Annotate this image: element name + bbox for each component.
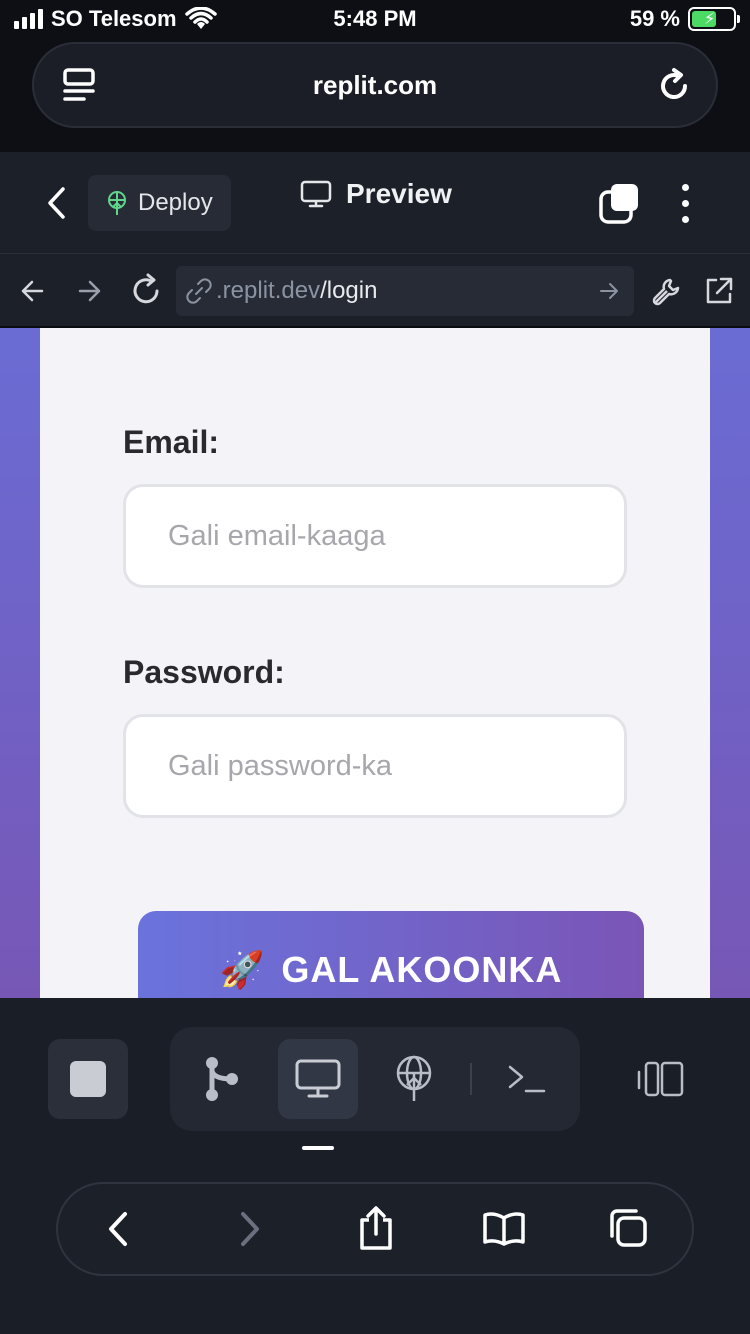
url-path: /login xyxy=(320,277,378,304)
deploy-globe-icon xyxy=(396,1055,432,1101)
status-bar: SO Telesom 5:48 PM 59 % ⚡ xyxy=(0,0,750,40)
email-placeholder: Gali email-kaaga xyxy=(168,519,386,552)
preview-monitor-icon xyxy=(295,1059,341,1098)
login-page: Email: Gali email-kaaga Password: Gali p… xyxy=(0,328,750,998)
panel-toggle-icon[interactable] xyxy=(636,1060,686,1098)
submit-label: GAL AKOONKA xyxy=(281,949,563,990)
deploy-label: Deploy xyxy=(138,189,213,216)
reload-icon[interactable] xyxy=(652,64,696,108)
stop-icon xyxy=(70,1061,106,1097)
devtools-wrench-icon[interactable] xyxy=(650,276,682,308)
deploy-tool-button[interactable] xyxy=(374,1039,454,1119)
git-branch-icon xyxy=(206,1057,238,1101)
more-options-icon[interactable] xyxy=(682,184,689,223)
replit-bottom-toolbar xyxy=(0,998,750,1334)
rocket-icon: 🚀 xyxy=(219,949,266,990)
preview-tool-button[interactable] xyxy=(278,1039,358,1119)
forward-icon[interactable] xyxy=(238,1210,262,1248)
deploy-globe-icon xyxy=(108,191,126,215)
browser-top-bar: replit.com xyxy=(0,40,750,152)
git-branch-button[interactable] xyxy=(182,1039,262,1119)
status-right: 59 % ⚡ xyxy=(629,6,740,32)
login-submit-button[interactable]: 🚀 GAL AKOONKA xyxy=(138,911,644,998)
go-arrow-icon[interactable] xyxy=(598,280,620,302)
drag-handle[interactable] xyxy=(302,1146,334,1150)
domain-label: replit.com xyxy=(312,70,438,100)
share-icon[interactable] xyxy=(358,1204,394,1252)
password-label: Password: xyxy=(123,654,285,690)
back-chevron-icon[interactable] xyxy=(44,186,68,220)
webview-nav-bar: .replit.dev/login xyxy=(0,254,750,328)
back-icon[interactable] xyxy=(106,1210,130,1248)
tabs-icon[interactable] xyxy=(608,1208,648,1248)
password-field[interactable]: Gali password-ka xyxy=(123,714,627,818)
login-card: Email: Gali email-kaaga Password: Gali p… xyxy=(40,328,710,998)
nav-forward-icon[interactable] xyxy=(76,274,102,308)
email-field[interactable]: Gali email-kaaga xyxy=(123,484,627,588)
bookmarks-icon[interactable] xyxy=(482,1210,526,1246)
preview-label: Preview xyxy=(346,178,452,209)
monitor-icon xyxy=(300,180,332,208)
browser-bottom-bar xyxy=(56,1182,694,1276)
nav-refresh-icon[interactable] xyxy=(130,272,162,308)
password-placeholder: Gali password-ka xyxy=(168,749,393,782)
open-external-icon[interactable] xyxy=(704,276,734,306)
stop-button[interactable] xyxy=(48,1039,128,1119)
nav-back-icon[interactable] xyxy=(20,274,46,308)
tool-switcher xyxy=(170,1027,580,1131)
link-icon xyxy=(186,278,212,304)
battery-percent: 59 % xyxy=(629,6,680,31)
terminal-icon xyxy=(508,1065,546,1093)
toolbar-divider xyxy=(470,1063,472,1095)
address-bar[interactable]: replit.com xyxy=(32,42,718,128)
url-prefix: .replit.dev xyxy=(216,277,321,304)
terminal-button[interactable] xyxy=(488,1039,568,1119)
preview-tab[interactable]: Preview xyxy=(300,178,452,210)
deploy-button[interactable]: Deploy xyxy=(88,175,231,231)
webview-url-field[interactable]: .replit.dev/login xyxy=(176,266,634,316)
email-label: Email: xyxy=(123,424,220,460)
tabs-icon[interactable] xyxy=(598,182,640,224)
battery-icon: ⚡ xyxy=(688,7,740,31)
replit-header: Deploy Preview xyxy=(0,152,750,254)
